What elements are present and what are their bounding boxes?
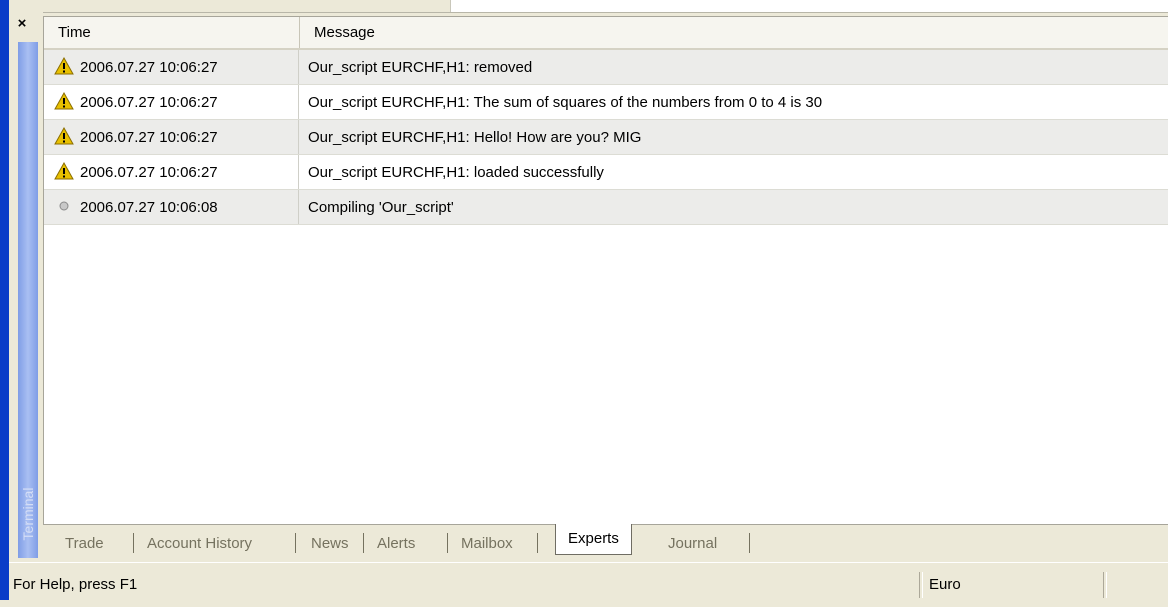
message-cell: Our_script EURCHF,H1: Hello! How are you… [308,129,642,146]
tab-separator [447,533,448,553]
tab-separator [749,533,750,553]
tab-separator [295,533,296,553]
table-row[interactable]: 2006.07.27 10:06:27 Our_script EURCHF,H1:… [44,155,1168,190]
close-button[interactable]: × [12,16,32,36]
message-cell: Compiling 'Our_script' [308,199,454,216]
time-text: 2006.07.27 10:06:27 [80,59,218,76]
status-bar: For Help, press F1 Euro [9,562,1168,601]
tab-separator [133,533,134,553]
tab-trade[interactable]: Trade [65,531,104,557]
log-rows: 2006.07.27 10:06:27 Our_script EURCHF,H1:… [44,50,1168,225]
tab-alerts[interactable]: Alerts [377,531,415,557]
time-cell: 2006.07.27 10:06:27 [44,85,299,119]
tab-news[interactable]: News [311,531,349,557]
time-text: 2006.07.27 10:06:27 [80,164,218,181]
status-divider [1103,572,1107,598]
status-profile: Euro [929,576,961,593]
time-cell: 2006.07.27 10:06:27 [44,120,299,154]
warning-icon [54,123,74,145]
terminal-tabs: Trade Account History News Alerts Mailbox Exp… [43,524,1168,561]
warning-icon [54,53,74,75]
tab-mailbox[interactable]: Mailbox [461,531,513,557]
time-cell: 2006.07.27 10:06:27 [44,50,299,84]
column-header-message[interactable]: Message [300,17,1168,48]
tab-account-history[interactable]: Account History [147,531,252,557]
table-row[interactable]: 2006.07.27 10:06:08 Compiling 'Our_script… [44,190,1168,225]
table-row[interactable]: 2006.07.27 10:06:27 Our_script EURCHF,H1:… [44,120,1168,155]
experts-log-panel: Time Message 2006.07.27 10:06:27 Our_scri… [43,16,1168,525]
time-cell: 2006.07.27 10:06:27 [44,155,299,189]
terminal-title: Terminal [20,487,36,541]
message-cell: Our_script EURCHF,H1: loaded successfull… [308,164,604,181]
top-divider [0,12,1168,13]
info-dot-icon [54,193,74,211]
time-cell: 2006.07.27 10:06:08 [44,190,299,224]
time-text: 2006.07.27 10:06:27 [80,129,218,146]
tab-experts[interactable]: Experts [555,524,632,555]
top-strip [0,0,1168,14]
table-row[interactable]: 2006.07.27 10:06:27 Our_script EURCHF,H1:… [44,50,1168,85]
top-white-area [450,0,1168,12]
message-cell: Our_script EURCHF,H1: The sum of squares… [308,94,823,111]
time-text: 2006.07.27 10:06:27 [80,94,218,111]
column-header-time[interactable]: Time [44,17,300,48]
tab-journal[interactable]: Journal [668,531,717,557]
table-row[interactable]: 2006.07.27 10:06:27 Our_script EURCHF,H1:… [44,85,1168,120]
message-cell: Our_script EURCHF,H1: removed [308,59,533,76]
warning-icon [54,88,74,110]
status-divider [919,572,923,598]
tab-separator [537,533,538,553]
terminal-title-container: Terminal [18,474,38,554]
terminal-title-bar[interactable]: Terminal [18,42,38,558]
time-text: 2006.07.27 10:06:08 [80,199,218,216]
status-help-text: For Help, press F1 [13,576,138,593]
window-left-edge [0,0,9,600]
tab-separator [363,533,364,553]
log-header: Time Message [44,17,1168,50]
warning-icon [54,158,74,180]
